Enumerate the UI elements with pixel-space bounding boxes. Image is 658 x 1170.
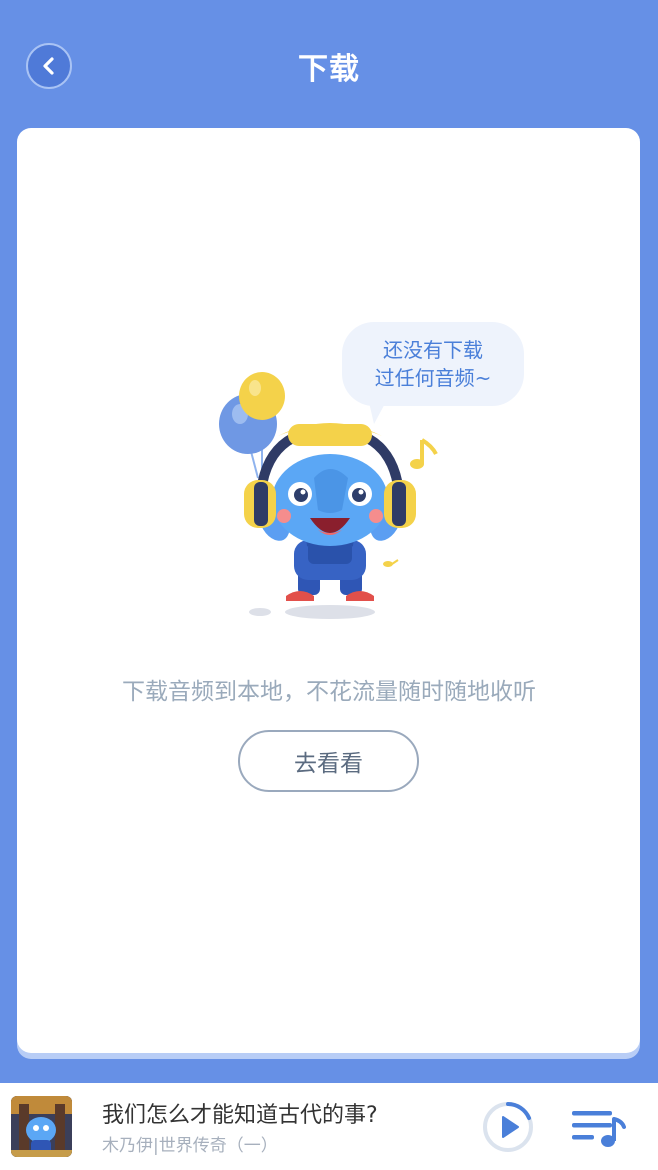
header-bar: 下载 [0,0,658,128]
playlist-button[interactable] [570,1105,626,1151]
page-title: 下载 [298,52,360,87]
cover-art-image [11,1096,72,1157]
browse-button[interactable]: 去看看 [238,730,419,792]
play-icon [502,1116,519,1138]
playlist-icon [572,1111,626,1147]
mascot-illustration [219,372,438,619]
track-title[interactable]: 我们怎么才能知道古代的事? [102,1097,378,1129]
album-cover[interactable] [11,1096,72,1157]
play-button[interactable] [481,1100,535,1154]
track-subtitle: 木乃伊|世界传奇（一） [102,1136,278,1156]
empty-message: 下载音频到本地，不花流量随时随地收听 [122,679,536,705]
mini-player[interactable]: 我们怎么才能知道古代的事? 木乃伊|世界传奇（一） [0,1083,658,1170]
